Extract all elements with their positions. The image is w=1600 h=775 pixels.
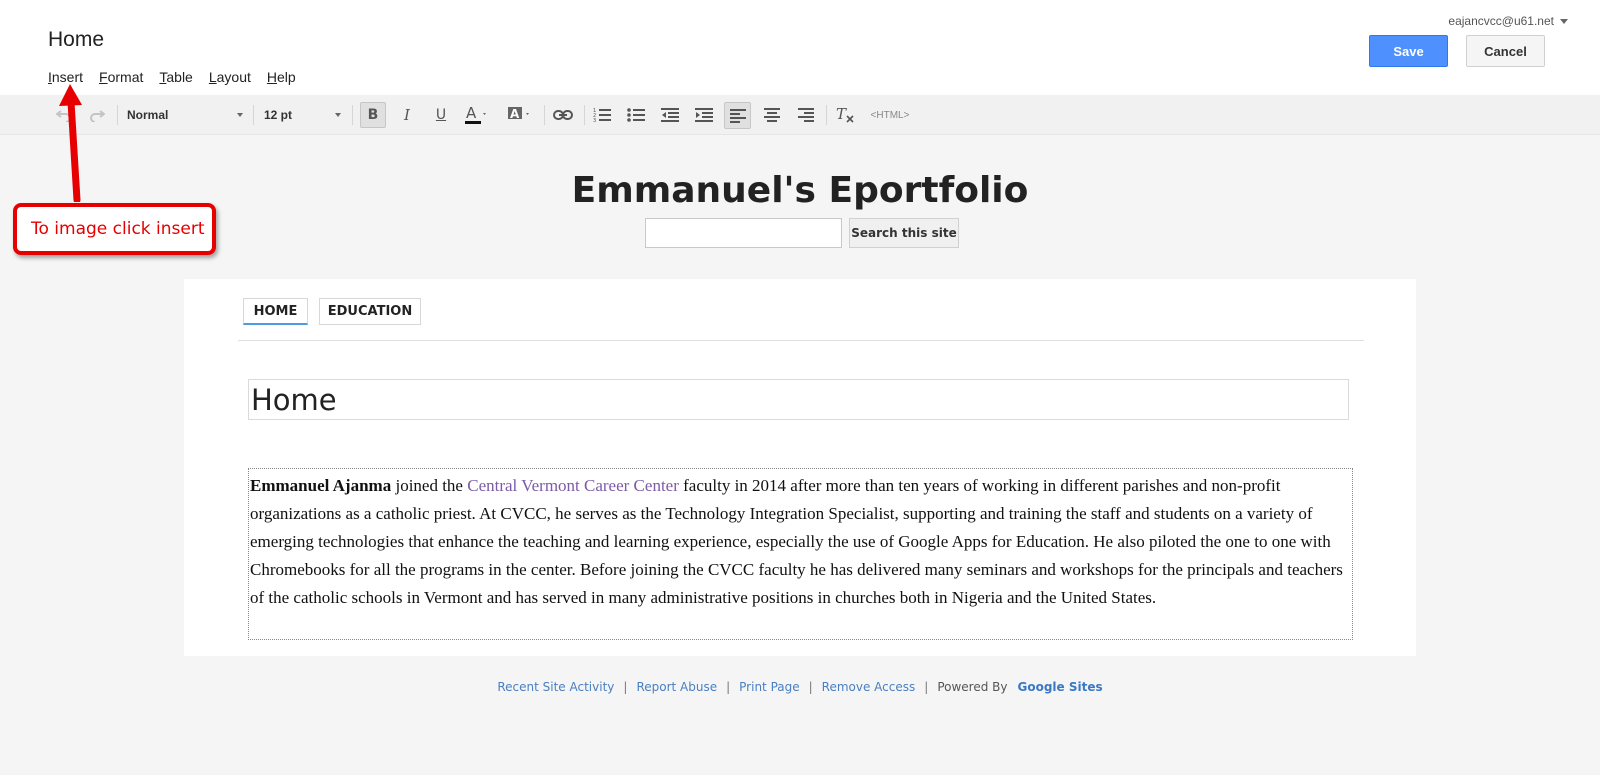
text-color-icon[interactable]: A xyxy=(462,103,492,127)
body-text: joined the xyxy=(391,476,468,495)
editor-header: Home Insert Format Table Layout Help eaj… xyxy=(0,0,1600,95)
page-title-field[interactable]: Home xyxy=(248,379,1349,420)
account-email: eajancvcc@u61.net xyxy=(1448,14,1554,28)
toolbar-separator xyxy=(544,105,545,125)
toolbar-separator xyxy=(352,105,353,125)
chevron-down-icon xyxy=(335,113,341,117)
site-title: Emmanuel's Eportfolio xyxy=(571,170,1029,211)
numbered-list-icon[interactable]: 123 xyxy=(590,103,614,127)
save-button[interactable]: Save xyxy=(1369,35,1448,67)
svg-text:A: A xyxy=(510,107,520,121)
body-text: faculty in 2014 after more than ten year… xyxy=(250,476,1343,607)
chevron-down-icon xyxy=(1560,18,1568,24)
author-name: Emmanuel Ajanma xyxy=(250,476,392,495)
underline-icon[interactable]: U xyxy=(429,103,453,127)
bold-icon[interactable]: B xyxy=(360,102,386,128)
footer-separator: | xyxy=(924,680,929,694)
nav-tab-home[interactable]: HOME xyxy=(243,298,308,325)
toolbar-separator xyxy=(253,105,254,125)
nav-divider xyxy=(238,340,1364,341)
page-name: Home xyxy=(48,28,105,51)
menu-format[interactable]: Format xyxy=(99,69,143,85)
footer-separator: | xyxy=(726,680,731,694)
cvcc-link[interactable]: Central Vermont Career Center xyxy=(467,476,679,495)
footer-link-remove-access[interactable]: Remove Access xyxy=(822,680,916,694)
decrease-indent-icon[interactable] xyxy=(658,103,682,127)
svg-text:3: 3 xyxy=(593,118,596,123)
google-sites-link[interactable]: Google Sites xyxy=(1017,680,1102,694)
menu-help[interactable]: Help xyxy=(267,69,296,85)
align-center-icon[interactable] xyxy=(760,103,784,127)
page-body-editor[interactable]: Emmanuel Ajanma joined the Central Vermo… xyxy=(248,468,1353,640)
toolbar-separator xyxy=(826,105,827,125)
site-footer: Recent Site Activity | Report Abuse | Pr… xyxy=(0,680,1600,694)
account-menu[interactable]: eajancvcc@u61.net xyxy=(1448,14,1568,28)
paragraph-style-select[interactable]: Normal xyxy=(127,103,243,127)
italic-icon[interactable]: I xyxy=(395,103,419,127)
footer-link-recent-activity[interactable]: Recent Site Activity xyxy=(497,680,614,694)
powered-by-label: Powered By xyxy=(937,680,1008,694)
align-right-icon[interactable] xyxy=(794,103,818,127)
bulleted-list-icon[interactable] xyxy=(624,103,648,127)
footer-separator: | xyxy=(623,680,628,694)
footer-link-print-page[interactable]: Print Page xyxy=(739,680,799,694)
footer-separator: | xyxy=(808,680,813,694)
formatting-toolbar: Normal 12 pt B I U A A 123 T <HTML> xyxy=(0,95,1600,135)
svg-text:T: T xyxy=(836,106,847,123)
nav-tab-education[interactable]: EDUCATION xyxy=(319,298,421,325)
annotation-text: To image click insert xyxy=(31,219,205,239)
link-icon[interactable] xyxy=(550,103,576,127)
html-button[interactable]: <HTML> xyxy=(868,103,912,127)
clear-formatting-icon[interactable]: T xyxy=(833,103,857,127)
chevron-down-icon xyxy=(237,113,243,117)
cancel-button[interactable]: Cancel xyxy=(1466,35,1545,67)
search-input[interactable] xyxy=(645,218,842,248)
annotation-callout: To image click insert xyxy=(13,203,216,255)
font-size-select[interactable]: 12 pt xyxy=(264,103,341,127)
increase-indent-icon[interactable] xyxy=(692,103,716,127)
highlight-color-icon[interactable]: A xyxy=(505,103,535,127)
toolbar-separator xyxy=(584,105,585,125)
search-button[interactable]: Search this site xyxy=(849,218,959,248)
align-left-icon[interactable] xyxy=(724,102,751,129)
svg-text:A: A xyxy=(466,104,477,122)
paragraph-style-value: Normal xyxy=(127,108,169,122)
font-size-value: 12 pt xyxy=(264,108,293,122)
footer-link-report-abuse[interactable]: Report Abuse xyxy=(636,680,717,694)
page-content-panel: HOME EDUCATION Home Emmanuel Ajanma join… xyxy=(184,279,1416,656)
toolbar-separator xyxy=(117,105,118,125)
annotation-arrow-icon xyxy=(59,84,82,202)
menu-layout[interactable]: Layout xyxy=(209,69,251,85)
menu-table[interactable]: Table xyxy=(159,69,192,85)
